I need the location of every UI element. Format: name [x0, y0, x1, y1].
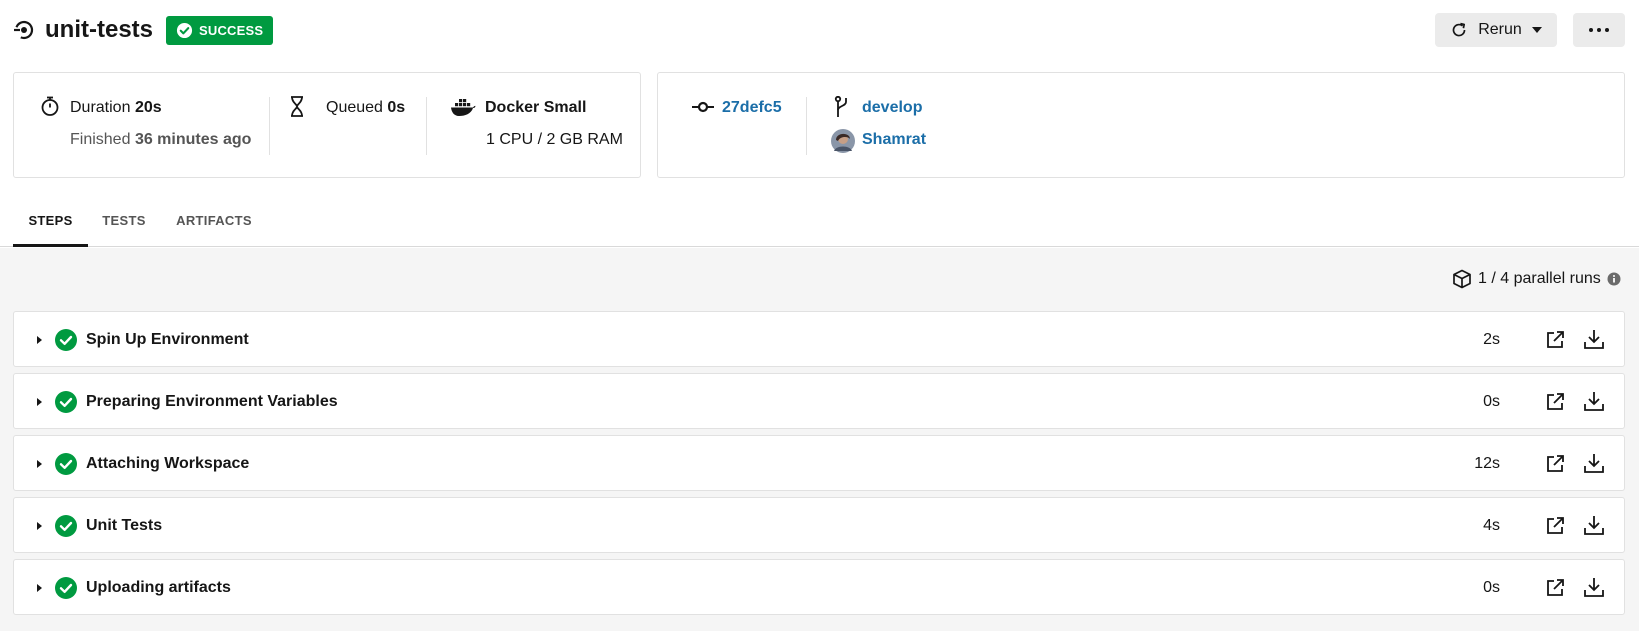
cube-icon: [1453, 269, 1471, 289]
caret-right-icon: [37, 584, 42, 592]
open-external-icon[interactable]: [1545, 392, 1565, 412]
step-name: Preparing Environment Variables: [86, 393, 338, 410]
step-name: Unit Tests: [86, 517, 163, 534]
tab-bar: STEPS TESTS ARTIFACTS: [0, 195, 1639, 247]
info-icon[interactable]: [1607, 272, 1621, 286]
divider: [269, 97, 270, 155]
check-circle-icon: [176, 22, 193, 39]
caret-right-icon: [37, 460, 42, 468]
job-header: unit-tests SUCCESS Rerun: [0, 0, 1639, 64]
branch-icon: [834, 96, 847, 117]
open-external-icon[interactable]: [1545, 330, 1565, 350]
download-icon[interactable]: [1583, 576, 1605, 598]
step-name: Uploading artifacts: [86, 579, 231, 596]
branch-link[interactable]: develop: [862, 97, 922, 119]
executor-resources: 1 CPU / 2 GB RAM: [486, 131, 623, 148]
caret-right-icon: [37, 336, 42, 344]
step-row[interactable]: Spin Up Environment 2s: [13, 311, 1625, 367]
parallel-runs-label: 1 / 4 parallel runs: [1478, 270, 1601, 287]
status-label: SUCCESS: [199, 23, 264, 38]
status-badge: SUCCESS: [166, 16, 274, 45]
download-icon[interactable]: [1583, 452, 1605, 474]
duration-value: 20s: [134, 99, 162, 116]
user-link[interactable]: Shamrat: [862, 129, 926, 151]
job-details-card: Duration 20s Finished 36 minutes ago Que…: [13, 72, 641, 178]
rerun-button[interactable]: Rerun: [1435, 13, 1557, 47]
avatar: [831, 129, 855, 153]
open-external-icon[interactable]: [1545, 454, 1565, 474]
step-row[interactable]: Uploading artifacts 0s: [13, 559, 1625, 615]
step-row[interactable]: Unit Tests 4s: [13, 497, 1625, 553]
hourglass-icon: [291, 96, 303, 117]
download-icon[interactable]: [1583, 328, 1605, 350]
queued-value: 0s: [387, 99, 406, 116]
step-duration: 12s: [1474, 455, 1500, 472]
step-duration: 2s: [1483, 331, 1500, 348]
open-external-icon[interactable]: [1545, 516, 1565, 536]
step-duration: 0s: [1483, 393, 1500, 410]
stopwatch-icon: [41, 96, 59, 116]
success-check-icon: [55, 577, 77, 599]
rerun-label: Rerun: [1478, 21, 1522, 38]
step-name: Attaching Workspace: [86, 455, 250, 472]
finished: Finished 36 minutes ago: [70, 131, 252, 148]
success-check-icon: [55, 391, 77, 413]
success-check-icon: [55, 453, 77, 475]
open-external-icon[interactable]: [1545, 578, 1565, 598]
step-name: Spin Up Environment: [86, 331, 249, 348]
caret-down-icon: [1531, 27, 1542, 33]
success-check-icon: [55, 329, 77, 351]
job-title: unit-tests: [45, 16, 153, 43]
tab-tests[interactable]: TESTS: [96, 195, 152, 247]
finished-value: 36 minutes ago: [134, 131, 252, 148]
success-check-icon: [55, 515, 77, 537]
tab-steps[interactable]: STEPS: [13, 195, 88, 247]
divider: [426, 97, 427, 155]
step-row[interactable]: Attaching Workspace 12s: [13, 435, 1625, 491]
step-duration: 4s: [1483, 517, 1500, 534]
caret-right-icon: [37, 522, 42, 530]
refresh-icon: [1452, 22, 1466, 37]
vcs-card: 27defc5 develop Shamrat: [657, 72, 1625, 178]
commit-link[interactable]: 27defc5: [722, 97, 782, 119]
download-icon[interactable]: [1583, 390, 1605, 412]
caret-right-icon: [37, 398, 42, 406]
job-icon: [14, 20, 34, 40]
job-page: unit-tests SUCCESS Rerun Duration 20s Fi…: [0, 0, 1639, 631]
executor-name: Docker Small: [485, 99, 587, 116]
download-icon[interactable]: [1583, 514, 1605, 536]
parallel-runs-selector[interactable]: 1 / 4 parallel runs: [1452, 268, 1621, 290]
divider: [806, 97, 807, 155]
step-row[interactable]: Preparing Environment Variables 0s: [13, 373, 1625, 429]
tab-artifacts[interactable]: ARTIFACTS: [171, 195, 257, 247]
queued: Queued 0s: [326, 99, 406, 116]
step-duration: 0s: [1483, 579, 1500, 596]
commit-icon: [692, 101, 714, 113]
ellipsis-icon: [1589, 28, 1609, 32]
docker-icon: [451, 99, 476, 116]
more-options-button[interactable]: [1573, 13, 1625, 47]
duration: Duration 20s: [70, 99, 162, 116]
